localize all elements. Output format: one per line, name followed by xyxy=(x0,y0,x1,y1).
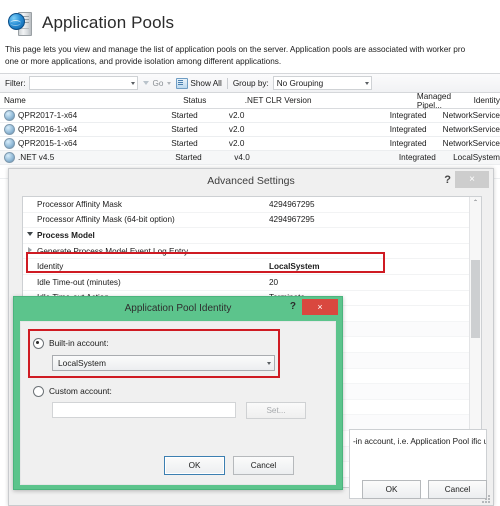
go-chevron-down-icon[interactable] xyxy=(167,81,172,85)
toolbar-divider xyxy=(226,77,228,89)
property-row[interactable]: Idle Time-out (minutes) 20 xyxy=(23,275,481,291)
cell-clr: v2.0 xyxy=(228,125,245,134)
cell-status: Started xyxy=(171,125,198,134)
show-all-icon xyxy=(176,77,189,89)
page-header: Application Pools xyxy=(0,0,500,40)
page-description: This page lets you view and manage the l… xyxy=(0,40,500,68)
table-row[interactable]: QPR2016-1-x64 Started v2.0 Integrated Ne… xyxy=(0,123,500,137)
table-row[interactable]: QPR2017-1-x64 Started v2.0 Integrated Ne… xyxy=(0,109,500,123)
advanced-settings-title: Advanced Settings xyxy=(207,175,295,187)
close-icon[interactable]: × xyxy=(455,171,489,188)
cell-name: QPR2015-1-x64 xyxy=(18,139,78,148)
scrollbar-thumb[interactable] xyxy=(471,260,480,338)
page-description-line2: one or more applications, and provide is… xyxy=(5,57,282,66)
app-pool-icon xyxy=(4,138,15,149)
cell-identity: NetworkService xyxy=(442,139,500,148)
column-header-status[interactable]: Status xyxy=(183,96,245,105)
property-row[interactable]: Processor Affinity Mask (64-bit option) … xyxy=(23,213,481,229)
set-button[interactable]: Set... xyxy=(246,402,306,419)
cell-clr: v4.0 xyxy=(234,153,250,162)
funnel-icon xyxy=(143,80,150,87)
cell-pipeline: Integrated xyxy=(389,111,427,120)
page-description-line1: This page lets you view and manage the l… xyxy=(5,45,466,54)
cell-identity: LocalSystem xyxy=(453,153,500,162)
cell-pipeline: Integrated xyxy=(389,125,427,134)
table-row[interactable]: QPR2015-1-x64 Started v2.0 Integrated Ne… xyxy=(0,137,500,151)
go-label: Go xyxy=(152,78,164,88)
group-by-value: No Grouping xyxy=(276,78,324,88)
column-header-identity[interactable]: Identity xyxy=(474,96,500,105)
cell-name: .NET v4.5 xyxy=(18,153,55,162)
property-name: Process Model xyxy=(37,230,95,240)
column-header-clr-version[interactable]: .NET CLR Version xyxy=(245,96,417,105)
app-pool-icon xyxy=(4,124,15,135)
expander-icon[interactable] xyxy=(23,232,37,238)
property-name: Processor Affinity Mask xyxy=(37,199,122,209)
group-by-select[interactable]: No Grouping xyxy=(272,76,372,90)
cell-clr: v2.0 xyxy=(228,111,245,120)
app-pool-icon xyxy=(4,152,15,163)
table-row[interactable]: .NET v4.5 Started v4.0 Integrated LocalS… xyxy=(0,151,500,165)
filter-label: Filter: xyxy=(5,78,26,88)
cell-pipeline: Integrated xyxy=(389,139,427,148)
cell-name: QPR2016-1-x64 xyxy=(18,125,78,134)
cell-identity: NetworkService xyxy=(442,111,500,120)
help-icon[interactable]: ? xyxy=(290,301,296,312)
property-row[interactable]: Processor Affinity Mask 4294967295 xyxy=(23,197,481,213)
cell-pipeline: Integrated xyxy=(398,153,436,162)
group-by-label: Group by: xyxy=(232,78,269,88)
grid-header: Name Status .NET CLR Version Managed Pip… xyxy=(0,92,500,110)
filter-input[interactable] xyxy=(29,76,139,90)
go-button[interactable]: Go xyxy=(143,78,172,88)
cell-clr: v2.0 xyxy=(228,139,245,148)
property-group-row[interactable]: Process Model xyxy=(23,228,481,244)
cell-status: Started xyxy=(175,153,202,162)
advanced-settings-footer: OK Cancel xyxy=(362,480,487,499)
cell-identity: NetworkService xyxy=(442,125,500,134)
identity-row-highlight xyxy=(26,252,385,273)
custom-account-input[interactable] xyxy=(52,402,236,418)
page-title: Application Pools xyxy=(42,13,175,32)
chevron-down-icon[interactable] xyxy=(131,81,136,85)
application-pools-icon xyxy=(8,10,34,36)
group-by-chevron-down-icon[interactable] xyxy=(364,81,369,85)
scroll-up-icon[interactable]: ⌃ xyxy=(470,197,481,208)
property-value: 4294967295 xyxy=(269,199,315,209)
cancel-button[interactable]: Cancel xyxy=(428,480,487,499)
show-all-label: Show All xyxy=(190,78,222,88)
resize-grip[interactable] xyxy=(482,495,491,504)
ok-button[interactable]: OK xyxy=(362,480,421,499)
advanced-settings-titlebar[interactable]: Advanced Settings ? × xyxy=(9,169,493,193)
builtin-account-highlight xyxy=(28,329,280,378)
cancel-button[interactable]: Cancel xyxy=(233,456,294,475)
help-icon[interactable]: ? xyxy=(444,174,451,186)
show-all-button[interactable]: Show All xyxy=(176,77,222,89)
cell-status: Started xyxy=(171,139,198,148)
cell-status: Started xyxy=(171,111,198,120)
custom-account-radio[interactable] xyxy=(33,385,44,397)
app-pool-identity-titlebar[interactable]: Application Pool Identity ? × xyxy=(14,297,342,319)
property-name: Processor Affinity Mask (64-bit option) xyxy=(37,215,175,225)
property-value: 4294967295 xyxy=(269,215,315,225)
app-pool-identity-title: Application Pool Identity xyxy=(124,302,232,314)
ok-button[interactable]: OK xyxy=(164,456,225,475)
column-header-name[interactable]: Name xyxy=(0,96,183,105)
app-pool-identity-body: Built-in account: LocalSystem Custom acc… xyxy=(20,321,336,485)
application-pool-identity-dialog: Application Pool Identity ? × Built-in a… xyxy=(13,296,343,490)
column-header-managed-pipeline[interactable]: Managed Pipel... xyxy=(417,92,474,110)
app-pool-icon xyxy=(4,110,15,121)
filter-toolbar: Filter: Go Show All Group by: No Groupin… xyxy=(0,73,500,93)
property-value: 20 xyxy=(269,277,279,287)
custom-account-label: Custom account: xyxy=(49,386,112,396)
cell-name: QPR2017-1-x64 xyxy=(18,111,78,120)
close-icon[interactable]: × xyxy=(302,299,338,315)
custom-account-radio-row[interactable]: Custom account: xyxy=(33,384,112,398)
property-name: Idle Time-out (minutes) xyxy=(37,277,121,287)
